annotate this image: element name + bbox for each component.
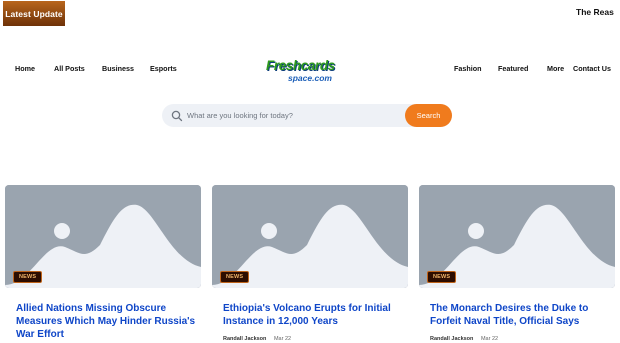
article-title[interactable]: Ethiopia's Volcano Erupts for Initial In…: [223, 302, 408, 328]
search-bar: Search: [162, 104, 452, 127]
nav-fashion[interactable]: Fashion: [454, 64, 482, 73]
article-card[interactable]: NEWS The Monarch Desires the Duke to For…: [419, 185, 615, 343]
logo-domain: space.com: [288, 73, 332, 83]
article-title[interactable]: Allied Nations Missing Obscure Measures …: [16, 302, 201, 341]
article-author[interactable]: Randall Jackson: [223, 336, 266, 342]
nav-more[interactable]: More: [547, 64, 564, 73]
category-badge[interactable]: NEWS: [13, 271, 43, 283]
logo-wordmark: Freshcards: [266, 58, 335, 73]
nav-esports[interactable]: Esports: [150, 64, 177, 73]
nav-business[interactable]: Business: [102, 64, 134, 73]
article-date: Mar 22: [273, 336, 292, 342]
latest-update-label: Latest Update: [3, 1, 65, 26]
latest-update-ticker: Latest Update The Reas: [0, 0, 620, 28]
category-badge[interactable]: NEWS: [427, 271, 457, 283]
site-logo[interactable]: Freshcards space.com: [266, 58, 356, 100]
nav-contact-us[interactable]: Contact Us: [573, 64, 611, 73]
search-icon: [171, 109, 183, 122]
article-meta: Randall Jackson Mar 22: [223, 336, 291, 342]
article-date: Mar 22: [480, 336, 499, 342]
search-input[interactable]: [187, 108, 402, 123]
search-button[interactable]: Search: [405, 104, 452, 127]
article-card[interactable]: NEWS Allied Nations Missing Obscure Meas…: [5, 185, 201, 343]
nav-home[interactable]: Home: [15, 64, 35, 73]
article-title[interactable]: The Monarch Desires the Duke to Forfeit …: [430, 302, 615, 328]
category-badge[interactable]: NEWS: [220, 271, 250, 283]
nav-featured[interactable]: Featured: [498, 64, 528, 73]
article-author[interactable]: Randall Jackson: [430, 336, 473, 342]
article-card[interactable]: NEWS Ethiopia's Volcano Erupts for Initi…: [212, 185, 408, 343]
nav-all-posts[interactable]: All Posts: [54, 64, 85, 73]
article-meta: Randall Jackson Mar 22: [430, 336, 498, 342]
ticker-headline[interactable]: The Reas: [576, 7, 620, 17]
